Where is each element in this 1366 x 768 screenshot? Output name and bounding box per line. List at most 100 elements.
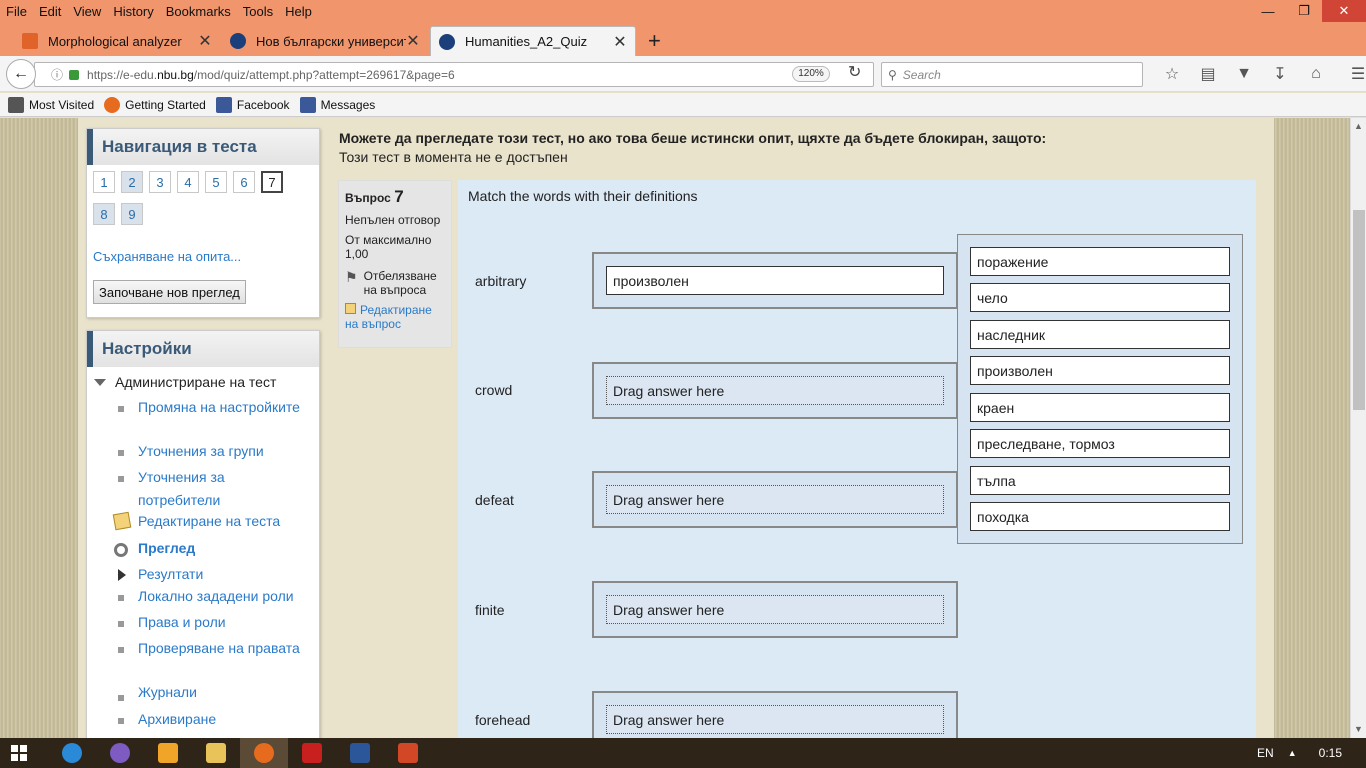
menu-bookmarks[interactable]: Bookmarks — [160, 4, 237, 19]
clock[interactable]: 0:15 — [1319, 746, 1342, 760]
draggable-answer[interactable]: поражение — [970, 247, 1230, 276]
media-player-icon[interactable] — [144, 738, 192, 768]
language-indicator[interactable]: EN — [1257, 746, 1274, 760]
drop-placeholder[interactable]: Drag answer here — [606, 595, 944, 624]
draggable-answer[interactable]: преследване, тормоз — [970, 429, 1230, 458]
tab-title: Humanities_A2_Quiz — [465, 34, 588, 49]
drop-zone[interactable]: Drag answer here — [592, 471, 958, 528]
bookmark-facebook[interactable]: Facebook — [215, 96, 290, 113]
question-number-button[interactable]: 1 — [93, 171, 115, 193]
file-explorer-icon[interactable] — [192, 738, 240, 768]
bookmark-star-icon[interactable]: ☆ — [1154, 62, 1190, 86]
settings-item-logs[interactable]: Журнали — [118, 681, 298, 705]
scroll-up-arrow-icon[interactable]: ▲ — [1354, 121, 1363, 131]
powerpoint-icon[interactable] — [384, 738, 432, 768]
scroll-down-arrow-icon[interactable]: ▼ — [1354, 724, 1363, 734]
draggable-answer[interactable]: краен — [970, 393, 1230, 422]
drop-zone[interactable]: Drag answer here — [592, 691, 958, 738]
question-number-button[interactable]: 2 — [121, 171, 143, 193]
block-title: Настройки — [87, 331, 319, 367]
minimize-button[interactable]: — — [1250, 0, 1286, 22]
settings-item-results[interactable]: Резултати — [118, 563, 298, 587]
tab-nbu[interactable]: Нов български университ... ✕ — [222, 26, 428, 56]
dropped-answer[interactable]: произволен — [606, 266, 944, 295]
reading-list-icon[interactable]: ▤ — [1190, 62, 1226, 86]
bullet-icon — [118, 621, 124, 627]
info-icon[interactable]: ⓘ — [51, 66, 63, 83]
flag-question-toggle[interactable]: ⚑ Отбелязване на въпроса — [345, 269, 445, 297]
settings-item-check-permissions[interactable]: Проверяване на правата — [118, 637, 300, 683]
tab-humanities-quiz[interactable]: Humanities_A2_Quiz ✕ — [430, 26, 636, 56]
settings-item-backup[interactable]: Архивиране — [118, 708, 298, 732]
drop-zone[interactable]: Drag answer here — [592, 362, 958, 419]
lock-icon — [69, 69, 80, 80]
hamburger-menu-icon[interactable]: ☰ — [1340, 62, 1366, 86]
home-icon[interactable]: ⌂ — [1298, 62, 1334, 86]
menu-view[interactable]: View — [67, 4, 107, 19]
question-number-button[interactable]: 3 — [149, 171, 171, 193]
url-bar[interactable]: ⓘ https://e-edu.nbu.bg/mod/quiz/attempt.… — [34, 62, 874, 87]
bullet-icon — [118, 450, 124, 456]
draggable-answer[interactable]: наследник — [970, 320, 1230, 349]
close-tab-icon[interactable]: ✕ — [613, 32, 627, 52]
question-number-button[interactable]: 8 — [93, 203, 115, 225]
scrollbar-thumb[interactable] — [1353, 210, 1365, 410]
download-icon[interactable]: ↧ — [1262, 62, 1298, 86]
settings-item-local-roles[interactable]: Локално зададени роли — [118, 585, 298, 609]
word-icon[interactable] — [336, 738, 384, 768]
question-number-button[interactable]: 9 — [121, 203, 143, 225]
settings-item-group-overrides[interactable]: Уточнения за групи — [118, 440, 298, 464]
reload-icon[interactable]: ↻ — [848, 62, 861, 82]
new-tab-plus-icon[interactable]: + — [638, 26, 671, 56]
vertical-scrollbar[interactable]: ▲ ▼ — [1350, 118, 1366, 738]
menu-file[interactable]: File — [0, 4, 33, 19]
draggable-answer[interactable]: произволен — [970, 356, 1230, 385]
bookmark-getting-started[interactable]: Getting Started — [104, 96, 206, 113]
close-tab-icon[interactable]: ✕ — [198, 31, 212, 51]
draggable-answer[interactable]: походка — [970, 502, 1230, 531]
menu-tools[interactable]: Tools — [237, 4, 279, 19]
drop-zone[interactable]: произволен — [592, 252, 958, 309]
tab-morphological-analyzer[interactable]: Morphological analyzer ✕ — [14, 26, 220, 56]
settings-item-edit-settings[interactable]: Промяна на настройките — [118, 396, 300, 442]
item-label: Преглед — [138, 540, 196, 556]
back-arrow-icon[interactable]: ← — [6, 59, 36, 89]
save-attempt-link[interactable]: Съхраняване на опита... — [93, 249, 241, 264]
bookmark-messages[interactable]: Messages — [299, 96, 375, 113]
edit-question-link[interactable]: Редактиране на въпрос — [345, 303, 445, 331]
restore-button[interactable]: ❐ — [1286, 0, 1322, 22]
bookmark-most-visited[interactable]: Most Visited — [8, 96, 94, 113]
menu-history[interactable]: History — [107, 4, 159, 19]
question-number-button-current[interactable]: 7 — [261, 171, 283, 193]
search-input[interactable]: ⚲ Search — [881, 62, 1143, 87]
question-number-button[interactable]: 5 — [205, 171, 227, 193]
close-window-button[interactable]: ✕ — [1322, 0, 1366, 22]
settings-item-preview[interactable]: Преглед — [114, 537, 298, 561]
quiz-administration-node[interactable]: Администриране на тест — [94, 374, 276, 390]
internet-explorer-icon[interactable] — [48, 738, 96, 768]
close-tab-icon[interactable]: ✕ — [406, 31, 420, 51]
item-label: Локално зададени роли — [138, 588, 294, 604]
draggable-answer[interactable]: тълпа — [970, 466, 1230, 495]
viber-icon[interactable] — [96, 738, 144, 768]
pocket-icon[interactable]: ▼ — [1226, 62, 1262, 86]
settings-item-edit-quiz[interactable]: Редактиране на теста — [112, 510, 298, 534]
question-number-button[interactable]: 6 — [233, 171, 255, 193]
tray-expand-icon[interactable]: ▲ — [1288, 748, 1297, 758]
drop-placeholder[interactable]: Drag answer here — [606, 485, 944, 514]
drop-placeholder[interactable]: Drag answer here — [606, 705, 944, 734]
draggable-answer[interactable]: чело — [970, 283, 1230, 312]
question-number-button[interactable]: 4 — [177, 171, 199, 193]
drop-placeholder[interactable]: Drag answer here — [606, 376, 944, 405]
windows-start-icon[interactable] — [0, 738, 38, 768]
settings-item-permissions[interactable]: Права и роли — [118, 611, 298, 635]
menu-edit[interactable]: Edit — [33, 4, 67, 19]
acrobat-icon[interactable] — [288, 738, 336, 768]
bookmarks-bar: Most Visited Getting Started Facebook Me… — [0, 93, 1366, 117]
menu-help[interactable]: Help — [279, 4, 318, 19]
settings-item-user-overrides[interactable]: Уточнения за потребители — [118, 466, 298, 512]
firefox-taskbar-icon[interactable] — [240, 738, 288, 768]
drop-zone[interactable]: Drag answer here — [592, 581, 958, 638]
zoom-level-badge[interactable]: 120% — [792, 66, 830, 82]
start-new-review-button[interactable]: Започване нов преглед — [93, 280, 246, 304]
